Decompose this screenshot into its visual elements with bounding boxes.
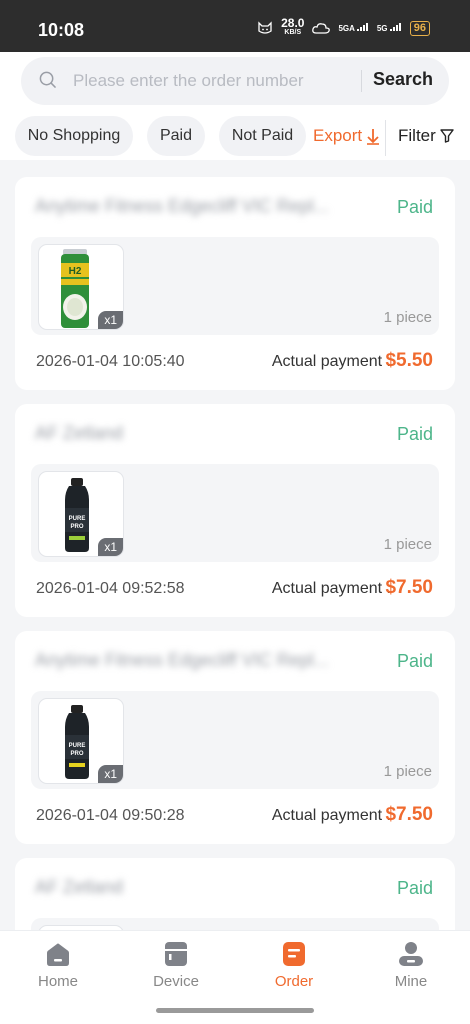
search-divider [361,70,362,92]
tab-home-label: Home [37,973,78,990]
search-bar: Please enter the order number Search [21,57,449,105]
store-name: Anytime Fitness Edgecliff VIC Repl... [35,196,329,216]
tab-order-label: Order [274,973,314,990]
tab-device[interactable]: Device [126,941,226,990]
signal-bars-icon [356,23,368,31]
signal-5g: 5G [377,23,402,33]
quantity-badge: x1 [98,311,123,329]
filter-chip-no-shopping[interactable]: No Shopping [15,116,133,156]
net-speed-value: 28.0 [281,16,305,30]
battery-indicator: 96 [409,20,430,36]
filter-chip-paid[interactable]: Paid [147,116,205,156]
tab-mine[interactable]: Mine [361,941,461,990]
device-icon [165,942,187,966]
piece-count: 1 piece [383,309,432,326]
export-button[interactable]: Export [313,116,380,156]
goods-panel: H2 x1 1 piece [31,237,439,335]
payment-label: Actual payment : [271,807,391,824]
filter-row: No Shopping Paid Not Paid Export Filter [0,116,470,156]
order-card[interactable]: AF Zetland Paid PURE PRO x1 1 piece 2026… [15,404,455,617]
search-icon [39,71,56,88]
order-card[interactable]: Anytime Fitness Edgecliff VIC Repl... Pa… [15,631,455,844]
piece-count: 1 piece [383,763,432,780]
cat-face-icon [258,21,272,34]
home-indicator [156,1008,314,1013]
payment-label: Actual payment : [271,580,391,597]
filter-label: Filter [398,126,436,145]
goods-panel: PURE PRO x1 1 piece [31,464,439,562]
order-card[interactable]: Anytime Fitness Edgecliff VIC Repl... Pa… [15,177,455,390]
product-thumbnail[interactable]: H2 x1 [38,244,124,330]
tab-mine-label: Mine [394,973,428,990]
order-datetime: 2026-01-04 09:52:58 [36,580,185,597]
net-speed-unit: KB/S [284,29,302,36]
store-name: AF Zetland [35,423,124,443]
network-speed: 28.0 KB/S [281,16,305,37]
goods-panel: PURE PRO x1 1 piece [31,691,439,789]
download-arrow-icon [367,128,380,145]
export-label: Export [313,126,363,145]
filter-separator [385,120,386,156]
svg-text:PRO: PRO [70,751,83,757]
payment-label: Actual payment : [271,353,391,370]
order-datetime: 2026-01-04 09:50:28 [36,807,185,824]
svg-text:H2: H2 [69,266,82,277]
status-icons: 28.0 KB/S 5GA 5G 96 [257,16,430,37]
funnel-icon [440,129,454,143]
filter-chip-not-paid[interactable]: Not Paid [219,116,306,156]
quantity-badge: x1 [98,538,123,556]
tab-device-label: Device [153,973,199,990]
order-status: Paid [396,197,433,217]
product-thumbnail[interactable]: PURE PRO x1 [38,698,124,784]
order-status: Paid [396,424,433,444]
svg-text:PURE: PURE [69,516,86,522]
store-name: Anytime Fitness Edgecliff VIC Repl... [35,650,329,670]
store-name: AF Zetland [35,877,124,897]
user-icon [399,942,423,966]
order-status: Paid [396,878,433,898]
signal-1-label: 5GA [338,24,355,33]
status-time: 10:08 [38,20,85,40]
order-datetime: 2026-01-04 10:05:40 [36,353,185,370]
header: Please enter the order number Search No … [0,52,470,160]
signal-bars-icon [389,23,401,31]
tab-order[interactable]: Order [244,941,344,990]
status-bar: 10:08 28.0 KB/S 5GA 5G 96 [0,0,470,52]
filter-button[interactable]: Filter [398,116,454,156]
order-icon [283,942,305,966]
signal-5ga: 5GA [338,23,368,33]
order-status: Paid [396,651,433,671]
payment-amount: $5.50 [385,350,433,371]
product-thumbnail[interactable]: PURE PRO x1 [38,471,124,557]
signal-2-label: 5G [376,24,388,33]
cloud-icon [312,23,331,34]
svg-text:PRO: PRO [70,524,83,530]
payment-amount: $7.50 [385,804,433,825]
payment-amount: $7.50 [385,577,433,598]
home-icon [47,943,69,966]
svg-text:PURE: PURE [69,743,86,749]
quantity-badge: x1 [98,765,123,783]
search-button[interactable]: Search [373,69,433,90]
search-input[interactable]: Please enter the order number [73,71,304,91]
piece-count: 1 piece [383,536,432,553]
tab-home[interactable]: Home [8,941,108,990]
